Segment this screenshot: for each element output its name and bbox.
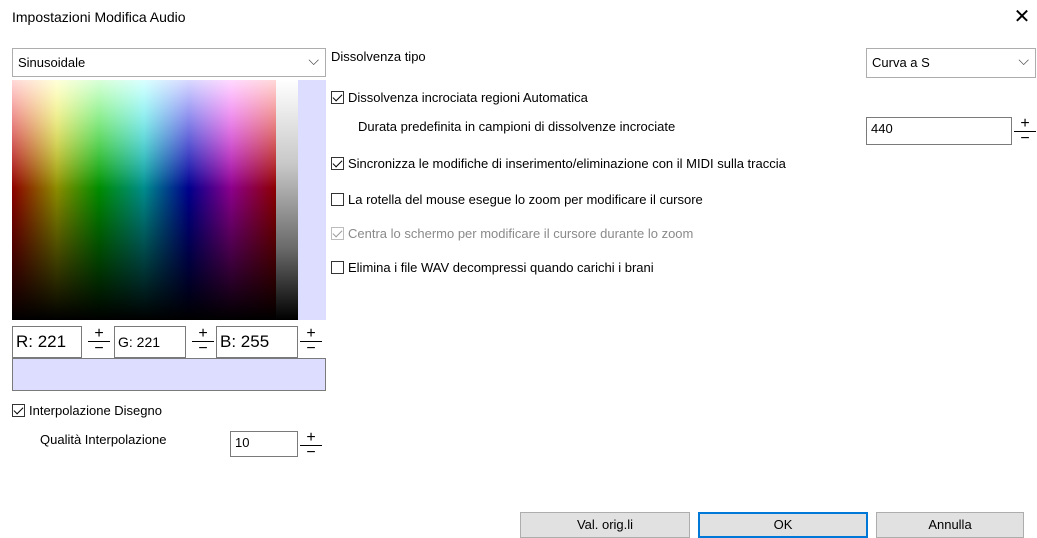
green-stepper[interactable]: + − <box>192 326 214 358</box>
close-icon[interactable]: ✕ <box>1012 6 1032 28</box>
red-stepper[interactable]: + − <box>88 326 110 358</box>
red-value-text: R: 221 <box>16 332 67 351</box>
color-preview-swatch <box>12 358 326 391</box>
restore-defaults-button[interactable]: Val. orig.li <box>520 512 690 538</box>
blue-stepper[interactable]: + − <box>300 326 322 358</box>
plus-icon[interactable]: + <box>1014 116 1036 132</box>
checkbox-box[interactable] <box>331 91 344 104</box>
title-bar: Impostazioni Modifica Audio ✕ <box>0 0 1037 34</box>
wave-shape-value: Sinusoidale <box>18 55 86 70</box>
plus-icon[interactable]: + <box>192 326 214 342</box>
audio-edit-settings-dialog: Impostazioni Modifica Audio ✕ Sinusoidal… <box>0 0 1037 538</box>
checkbox-box[interactable] <box>331 193 344 206</box>
fade-type-value: Curva a S <box>872 55 930 70</box>
fade-type-select[interactable]: Curva a S ⌵ <box>866 48 1036 78</box>
crossfade-length-field[interactable]: 440 <box>866 117 1012 145</box>
auto-crossfade-label: Dissolvenza incrociata regioni Automatic… <box>348 90 588 105</box>
sync-midi-checkbox[interactable]: Sincronizza le modifiche di inserimento/… <box>331 156 786 171</box>
minus-icon[interactable]: − <box>300 445 322 461</box>
sync-midi-label: Sincronizza le modifiche di inserimento/… <box>348 156 786 171</box>
plus-icon[interactable]: + <box>300 430 322 446</box>
interpolation-quality-label: Qualità Interpolazione <box>40 432 167 447</box>
center-screen-checkbox: Centra lo schermo per modificare il curs… <box>331 226 693 241</box>
checkbox-box[interactable] <box>12 404 25 417</box>
checkbox-box <box>331 227 344 240</box>
auto-crossfade-checkbox[interactable]: Dissolvenza incrociata regioni Automatic… <box>331 90 588 105</box>
interpolation-checkbox[interactable]: Interpolazione Disegno <box>12 403 162 418</box>
cancel-button[interactable]: Annulla <box>876 512 1024 538</box>
plus-icon[interactable]: + <box>88 326 110 342</box>
minus-icon[interactable]: − <box>88 341 110 357</box>
current-color-strip <box>298 80 326 320</box>
chevron-down-icon: ⌵ <box>1018 52 1029 68</box>
dialog-title: Impostazioni Modifica Audio <box>12 9 186 25</box>
center-screen-label: Centra lo schermo per modificare il curs… <box>348 226 694 241</box>
crossfade-length-stepper[interactable]: + − <box>1014 116 1036 147</box>
interpolation-label: Interpolazione Disegno <box>29 403 162 418</box>
delete-wav-checkbox[interactable]: Elimina i file WAV decompressi quando ca… <box>331 260 654 275</box>
chevron-down-icon: ⌵ <box>308 52 319 68</box>
minus-icon[interactable]: − <box>1014 131 1036 147</box>
crossfade-length-label: Durata predefinita in campioni di dissol… <box>358 119 676 134</box>
delete-wav-label: Elimina i file WAV decompressi quando ca… <box>348 260 654 275</box>
checkbox-box[interactable] <box>331 157 344 170</box>
fade-type-label: Dissolvenza tipo <box>331 49 426 64</box>
crossfade-length-value: 440 <box>871 121 893 136</box>
interpolation-quality-field[interactable]: 10 <box>230 431 298 457</box>
red-value-field[interactable]: R: 221 <box>12 326 82 358</box>
interpolation-quality-value: 10 <box>235 435 250 450</box>
ok-button[interactable]: OK <box>698 512 868 538</box>
plus-icon[interactable]: + <box>300 326 322 342</box>
blue-value-field[interactable]: B: 255 <box>216 326 298 358</box>
interpolation-quality-stepper[interactable]: + − <box>300 430 322 461</box>
green-value-text: G: 221 <box>118 334 161 350</box>
minus-icon[interactable]: − <box>300 341 322 357</box>
minus-icon[interactable]: − <box>192 341 214 357</box>
rgb-inputs-row: R: 221 + − G: 221 + − B: 255 + − <box>12 326 326 358</box>
color-picker <box>12 80 326 320</box>
blue-value-text: B: 255 <box>220 332 270 351</box>
checkbox-box[interactable] <box>331 261 344 274</box>
wheel-zoom-checkbox[interactable]: La rotella del mouse esegue lo zoom per … <box>331 192 703 207</box>
wave-shape-select[interactable]: Sinusoidale ⌵ <box>12 48 326 77</box>
green-value-field[interactable]: G: 221 <box>114 326 186 358</box>
luminance-slider[interactable] <box>276 80 298 320</box>
wheel-zoom-label: La rotella del mouse esegue lo zoom per … <box>348 192 703 207</box>
hue-saturation-field[interactable] <box>12 80 276 320</box>
